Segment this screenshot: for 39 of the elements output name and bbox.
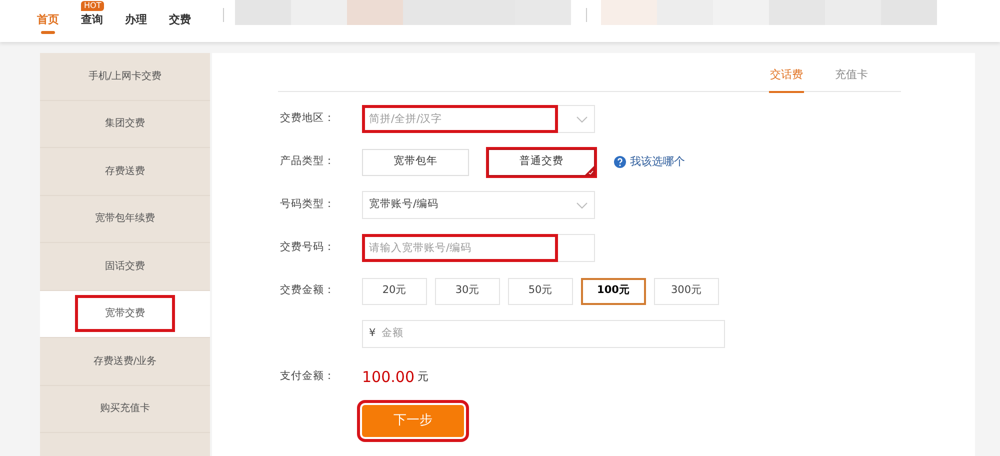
amount-option[interactable]: 50元: [508, 278, 573, 304]
sidebar-item[interactable]: 宽带包年续费: [40, 196, 210, 243]
sidebar-item[interactable]: 存费送费: [40, 148, 210, 196]
sidebar-item[interactable]: 手机/上网卡交费: [40, 53, 210, 100]
help-link[interactable]: 我该选哪个: [614, 154, 685, 170]
field-label: 号码类型：: [280, 197, 336, 212]
pay-amount: 100.00: [362, 366, 414, 388]
currency-sign: ¥: [369, 326, 376, 342]
currency-unit: 元: [417, 368, 428, 385]
amount-field[interactable]: ¥ 金额: [362, 320, 725, 348]
number-field[interactable]: 请输入宽带账号/编码: [365, 237, 555, 259]
chevron-down-icon: [576, 116, 588, 122]
region-select[interactable]: 简拼/全拼/汉字: [362, 105, 595, 133]
chevron-down-icon: [576, 202, 588, 208]
hot-badge: HOT: [81, 0, 104, 10]
amount-option[interactable]: 30元: [435, 278, 500, 304]
field-label: 支付金额：: [280, 369, 336, 384]
option-button[interactable]: 普通交费: [488, 148, 595, 176]
sidebar-item[interactable]: 集团交费: [40, 100, 210, 148]
amount-option[interactable]: 300元: [654, 278, 719, 304]
field-label: 交费地区：: [280, 111, 336, 126]
sidebar-item[interactable]: 购买充值卡: [40, 386, 210, 433]
number-input-box[interactable]: 请输入宽带账号/编码: [362, 234, 595, 262]
nav-tab[interactable]: 查询: [81, 12, 103, 42]
sidebar-item[interactable]: 宽带交费: [40, 290, 210, 338]
nav-tab[interactable]: 办理: [125, 12, 147, 42]
amount-option[interactable]: 20元: [362, 278, 427, 304]
check-corner-icon: [585, 166, 594, 174]
number-type-select[interactable]: 宽带账号/编码: [362, 191, 595, 219]
field-label: 产品类型：: [280, 154, 336, 170]
nav-tab[interactable]: 交费: [169, 12, 191, 42]
option-button[interactable]: 宽带包年: [362, 148, 469, 176]
sidebar-item[interactable]: 存费送费/业务: [40, 338, 210, 386]
field-label: 交费号码：: [280, 240, 336, 256]
help-icon: [614, 156, 626, 168]
field-label: 交费金额：: [280, 283, 336, 298]
region-field[interactable]: 简拼/全拼/汉字: [365, 108, 555, 130]
tab[interactable]: 充值卡: [834, 67, 869, 92]
amount-option[interactable]: 100元: [581, 278, 646, 304]
